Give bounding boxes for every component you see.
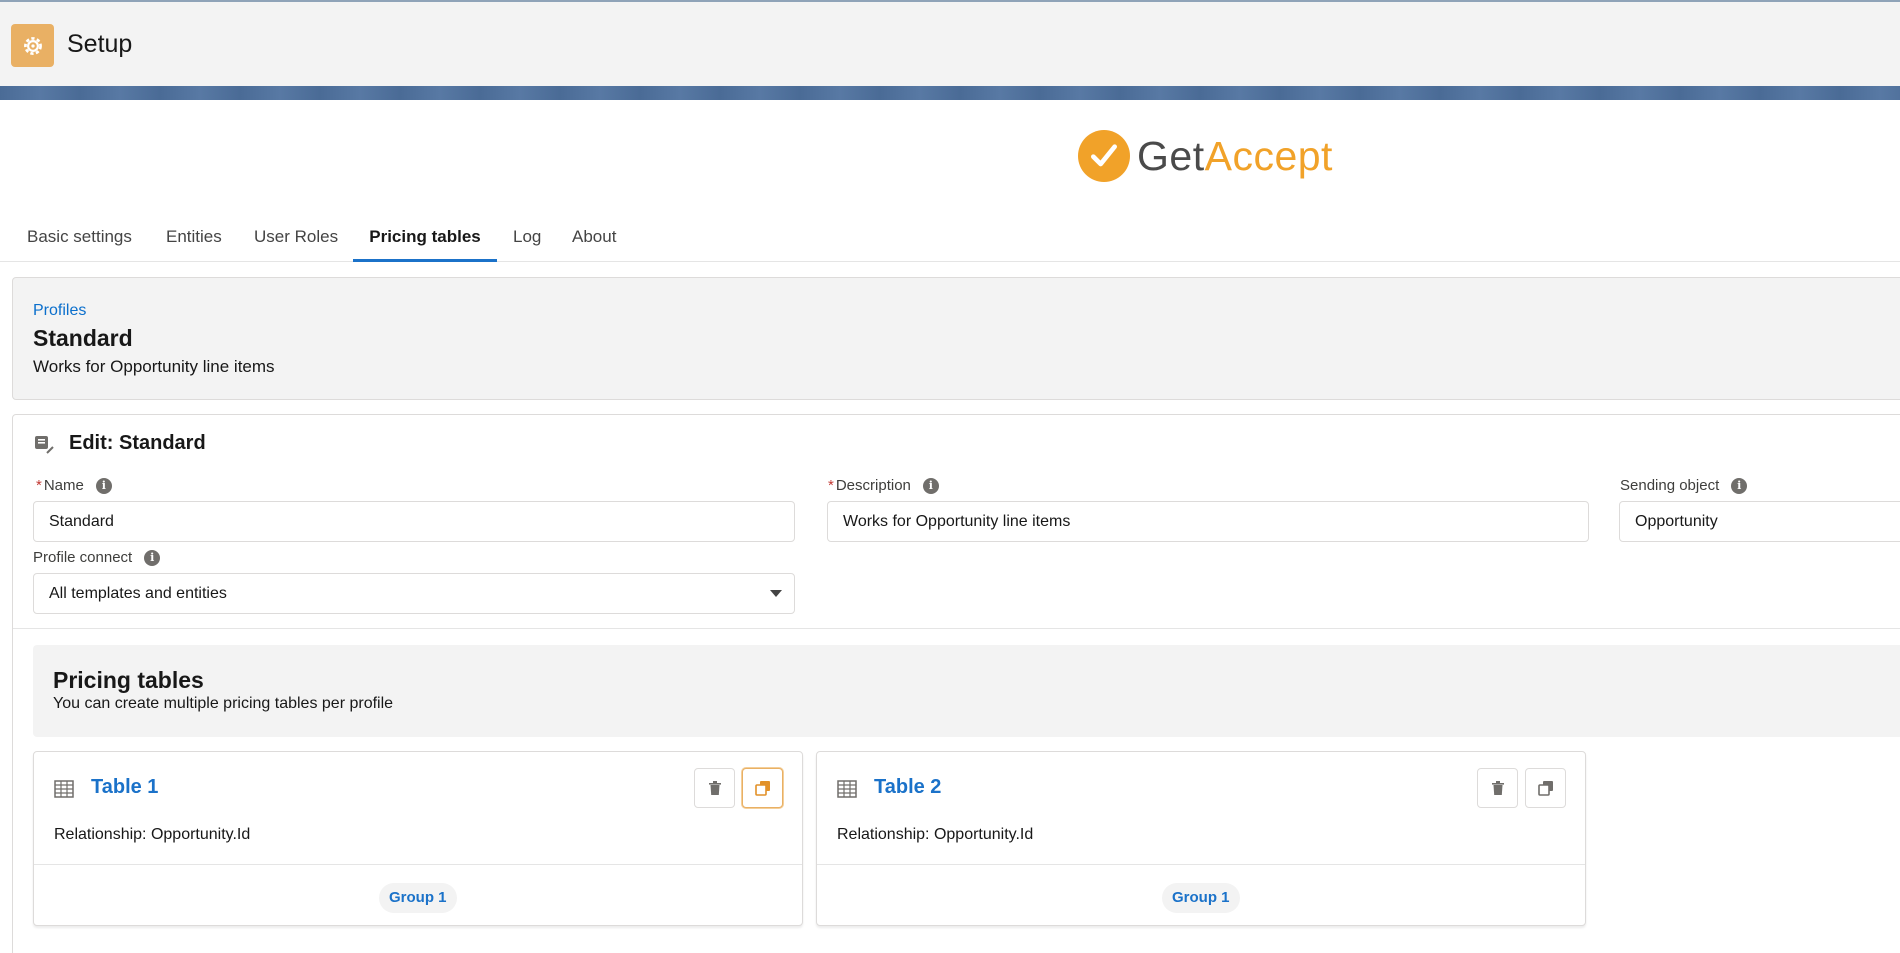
- clone-button[interactable]: [1525, 768, 1566, 808]
- info-icon[interactable]: i: [144, 549, 161, 566]
- info-icon[interactable]: i: [1731, 477, 1748, 494]
- header-strip: [0, 86, 1900, 100]
- breadcrumb-profiles[interactable]: Profiles: [33, 302, 86, 320]
- edit-record-icon: [33, 433, 55, 460]
- table-title-link[interactable]: Table 1: [91, 776, 158, 799]
- required-marker: *: [36, 477, 42, 494]
- app-title: Setup: [67, 30, 133, 58]
- relationship-text: Relationship: Opportunity.Id: [54, 826, 251, 843]
- profile-connect-select[interactable]: All templates and entities: [33, 573, 795, 614]
- logo-text-get: Get: [1137, 132, 1205, 179]
- description-input[interactable]: Works for Opportunity line items: [827, 501, 1589, 542]
- trash-icon: [708, 781, 721, 795]
- trash-icon: [1491, 781, 1504, 795]
- delete-button[interactable]: [694, 768, 735, 808]
- name-input[interactable]: Standard: [33, 501, 795, 542]
- group-badge[interactable]: Group 1: [379, 883, 457, 913]
- edit-title: Edit: Standard: [69, 432, 206, 454]
- relationship-text: Relationship: Opportunity.Id: [837, 826, 1034, 843]
- pricing-table-card: Table 2 Relationship: Opportunity.Id Gro…: [816, 751, 1586, 926]
- delete-button[interactable]: [1477, 768, 1518, 808]
- section-title: Pricing tables: [53, 667, 204, 693]
- profile-description: Works for Opportunity line items: [33, 357, 275, 376]
- check-icon: [1078, 130, 1130, 182]
- pricing-tables-header: Pricing tables You can create multiple p…: [33, 645, 1900, 737]
- profile-connect-label: Profile connect i: [33, 549, 161, 566]
- page-title: Standard: [33, 325, 133, 351]
- tab-log[interactable]: Log: [513, 222, 541, 262]
- tab-entities[interactable]: Entities: [166, 222, 222, 262]
- tab-bar: Basic settings Entities User Roles Prici…: [0, 222, 1900, 262]
- name-label: * Name i: [36, 477, 112, 494]
- sending-object-input[interactable]: Opportunity: [1619, 501, 1900, 542]
- section-subtitle: You can create multiple pricing tables p…: [53, 695, 394, 712]
- description-label: * Description i: [828, 477, 939, 494]
- table-title-link[interactable]: Table 2: [874, 776, 941, 799]
- logo-text-accept: Accept: [1204, 132, 1333, 179]
- copy-icon: [754, 781, 770, 796]
- copy-icon: [1537, 781, 1553, 796]
- table-icon: [837, 780, 857, 803]
- setup-header: Setup: [0, 0, 1900, 86]
- section-divider: [13, 628, 1900, 629]
- required-marker: *: [828, 477, 834, 494]
- edit-profile-card: Edit: Standard * Name i Standard * Descr…: [12, 414, 1900, 953]
- tab-pricing-tables[interactable]: Pricing tables: [353, 222, 497, 262]
- info-icon[interactable]: i: [95, 477, 112, 494]
- table-icon: [54, 780, 74, 803]
- getaccept-logo: GetAccept: [1078, 130, 1333, 182]
- tab-about[interactable]: About: [572, 222, 616, 262]
- info-icon[interactable]: i: [922, 477, 939, 494]
- chevron-down-icon: [770, 590, 782, 597]
- tab-user-roles[interactable]: User Roles: [254, 222, 338, 262]
- sending-object-label: Sending object i: [1620, 477, 1748, 494]
- card-divider: [817, 864, 1585, 865]
- gear-icon[interactable]: [11, 24, 54, 67]
- pricing-table-card: Table 1 Relationship: Opportunity.Id Gro…: [33, 751, 803, 926]
- card-divider: [34, 864, 802, 865]
- group-badge[interactable]: Group 1: [1162, 883, 1240, 913]
- profile-header: Profiles Standard Works for Opportunity …: [12, 277, 1900, 400]
- clone-button[interactable]: [742, 768, 783, 808]
- tab-basic-settings[interactable]: Basic settings: [27, 222, 132, 262]
